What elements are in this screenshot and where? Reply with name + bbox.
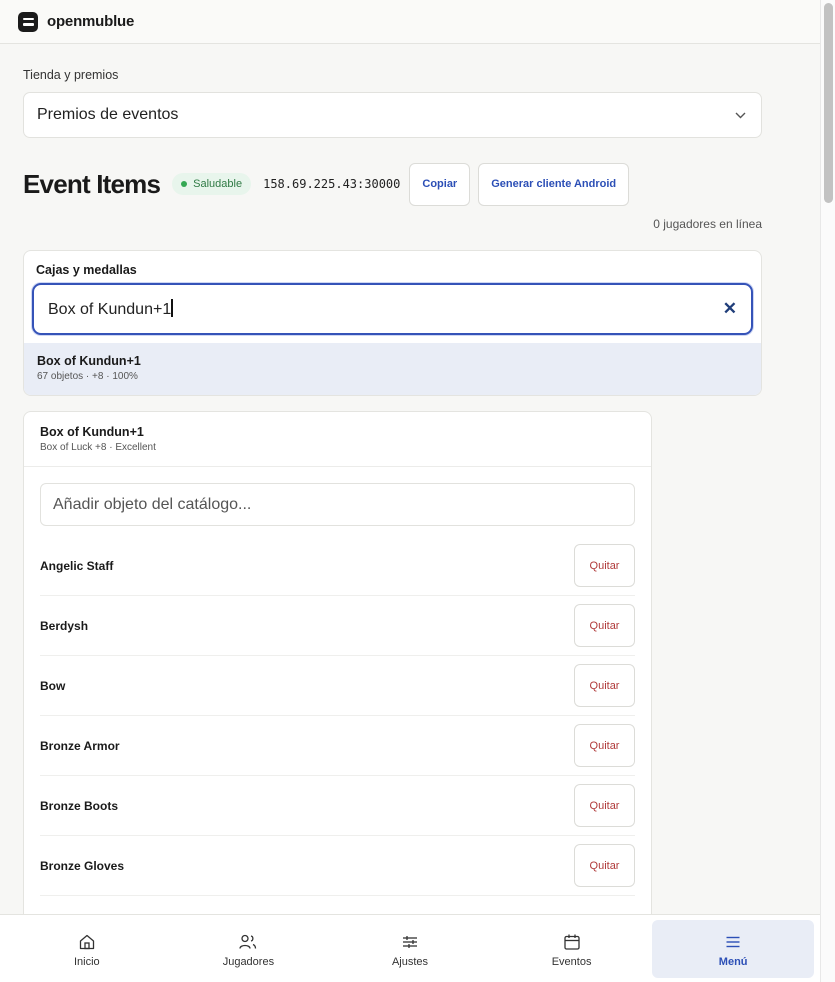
status-dot-icon [181, 181, 188, 187]
nav-label: Ajustes [391, 955, 429, 968]
box-search-input[interactable]: Box of Kundun+1 ✕ [32, 283, 753, 335]
scrollbar-thumb[interactable] [824, 3, 833, 203]
remove-item-button[interactable]: Quitar [574, 844, 635, 887]
list-item: Bronze Armor Quitar [40, 716, 635, 776]
android-client-button[interactable]: Generar cliente Android [478, 162, 630, 206]
item-name: Bronze Gloves [40, 858, 125, 873]
status-badge: Saludable [172, 173, 252, 195]
home-icon [78, 931, 96, 953]
players-online: 0 jugadores en línea [653, 217, 762, 231]
nav-item-inicio[interactable]: Inicio [6, 920, 168, 978]
item-name: Berdysh [40, 618, 89, 633]
server-address: 158.69.225.43:30000 [263, 177, 401, 191]
item-name: Bronze Boots [40, 798, 118, 813]
page-header: Event Items Saludable 158.69.225.43:3000… [23, 162, 762, 206]
box-detail-name: Box of Kundun+1 [40, 425, 144, 439]
nav-item-ajustes[interactable]: Ajustes [329, 920, 491, 978]
calendar-icon [563, 931, 581, 953]
section-select[interactable]: Premios de eventos [23, 92, 762, 138]
item-name: Bronze Armor [40, 738, 120, 753]
nav-item-jugadores[interactable]: Jugadores [168, 920, 330, 978]
users-icon [238, 931, 258, 953]
list-item: Bow Quitar [40, 656, 635, 716]
box-detail-card: Box of Kundun+1 Box of Luck +8 · Excelle… [23, 411, 652, 931]
scrollbar[interactable] [820, 0, 835, 982]
menu-icon [724, 931, 742, 953]
remove-item-button[interactable]: Quitar [574, 544, 635, 587]
remove-item-button[interactable]: Quitar [574, 724, 635, 767]
app-name: openmublue [47, 13, 135, 30]
result-name: Box of Kundun+1 [37, 354, 141, 368]
top-bar: openmublue [0, 0, 820, 44]
section-select-value: Premios de eventos [37, 106, 179, 123]
list-item: Berdysh Quitar [40, 596, 635, 656]
chevron-down-icon [735, 108, 746, 122]
item-name: Angelic Staff [40, 558, 114, 573]
remove-item-button[interactable]: Quitar [574, 604, 635, 647]
sliders-icon [401, 931, 419, 953]
add-item-input[interactable]: Añadir objeto del catálogo... [40, 483, 635, 526]
page-title: Event Items [23, 168, 161, 199]
remove-item-button[interactable]: Quitar [574, 784, 635, 827]
list-item: Bronze Gloves Quitar [40, 836, 635, 896]
nav-item-eventos[interactable]: Eventos [491, 920, 653, 978]
nav-label: Eventos [551, 955, 592, 968]
bottom-nav: Inicio Jugadores Ajustes Eventos Menú [0, 914, 820, 982]
status-text: Saludable [193, 178, 243, 190]
text-caret [171, 299, 173, 317]
remove-item-button[interactable]: Quitar [574, 664, 635, 707]
box-detail-meta: Box of Luck +8 · Excellent [40, 442, 156, 453]
app-window: openmublue Tienda y premios Premios de e… [0, 0, 820, 982]
list-item: Angelic Staff Quitar [40, 536, 635, 596]
search-result-item[interactable]: Box of Kundun+1 67 objetos · +8 · 100% [24, 343, 761, 395]
boxes-card: Cajas y medallas Box of Kundun+1 ✕ Box o… [23, 250, 762, 396]
item-name: Bow [40, 678, 66, 693]
nav-label: Inicio [73, 955, 100, 968]
section-label: Tienda y premios [23, 68, 119, 82]
nav-label: Menú [718, 955, 748, 968]
nav-item-menu[interactable]: Menú [652, 920, 814, 978]
boxes-label: Cajas y medallas [36, 263, 137, 277]
result-meta: 67 objetos · +8 · 100% [37, 371, 138, 382]
box-search-value: Box of Kundun+1 [48, 301, 172, 318]
list-item: Bronze Boots Quitar [40, 776, 635, 836]
clear-search-icon[interactable]: ✕ [723, 299, 737, 319]
nav-label: Jugadores [222, 955, 275, 968]
logo-icon [18, 11, 38, 32]
box-item-list: Angelic Staff Quitar Berdysh Quitar Bow … [24, 536, 651, 896]
main-content: Tienda y premios Premios de eventos Even… [0, 68, 820, 931]
copy-button[interactable]: Copiar [409, 162, 471, 206]
